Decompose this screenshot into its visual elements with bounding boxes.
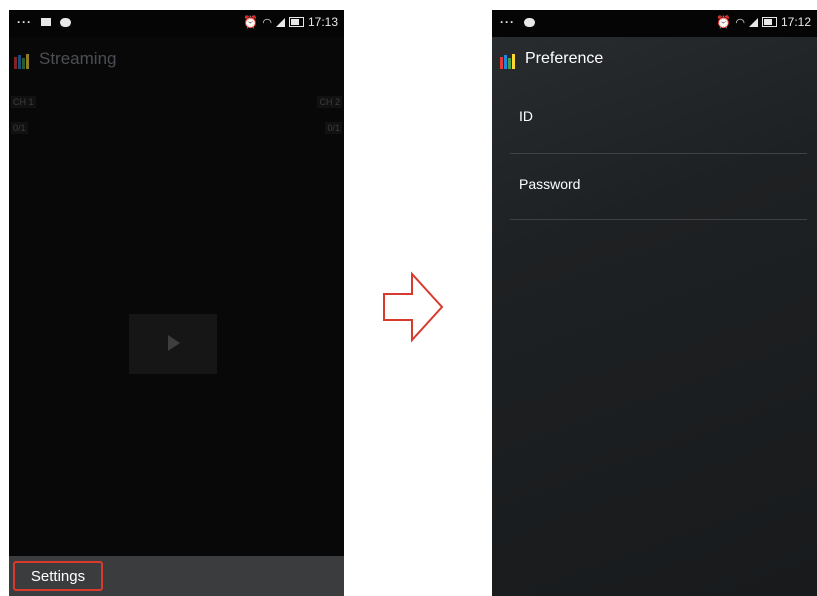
play-icon [168, 335, 180, 351]
app-icon [498, 49, 518, 69]
message-icon [524, 17, 535, 27]
bottom-menu-bar: Settings [9, 556, 344, 596]
channel-1-label[interactable]: CH 1 [11, 96, 36, 108]
image-icon [41, 18, 51, 26]
alarm-icon: ⏰ [716, 15, 732, 29]
preference-item-label: ID [519, 108, 533, 124]
play-button[interactable] [129, 314, 217, 374]
app-icon [12, 49, 32, 69]
more-icon: ··· [17, 15, 32, 29]
signal-icon [748, 17, 758, 27]
status-clock: 17:12 [780, 15, 811, 29]
divider [510, 153, 807, 154]
battery-icon [288, 17, 304, 27]
action-bar: Streaming [9, 37, 344, 81]
settings-button[interactable]: Settings [13, 561, 103, 591]
status-bar: ··· ⏰ ◠ 17:12 [492, 10, 817, 37]
preference-item-id[interactable]: ID [492, 88, 807, 152]
signal-icon [275, 17, 285, 27]
status-bar: ··· ⏰ ◠ 17:13 [9, 10, 344, 37]
action-bar: Preference [492, 37, 817, 81]
status-clock: 17:13 [307, 15, 338, 29]
page-title: Preference [525, 50, 604, 67]
more-icon: ··· [500, 15, 515, 29]
divider [510, 219, 807, 220]
preference-item-label: Password [519, 176, 581, 192]
channel-2-status: 0/1 [325, 122, 342, 134]
channel-2-label[interactable]: CH 2 [317, 96, 342, 108]
wifi-icon: ◠ [735, 16, 745, 29]
battery-icon [761, 17, 777, 27]
arrow-right-icon [383, 271, 444, 343]
preference-screen: ··· ⏰ ◠ 17:12 Preference ID Password [492, 10, 817, 596]
alarm-icon: ⏰ [243, 15, 259, 29]
message-icon [60, 17, 71, 27]
streaming-screen: ··· ⏰ ◠ 17:13 Streaming CH 1 CH 2 0/1 0/… [9, 10, 344, 596]
channel-1-status: 0/1 [11, 122, 28, 134]
page-title: Streaming [39, 49, 117, 68]
preference-item-password[interactable]: Password [492, 156, 807, 220]
wifi-icon: ◠ [262, 16, 272, 29]
